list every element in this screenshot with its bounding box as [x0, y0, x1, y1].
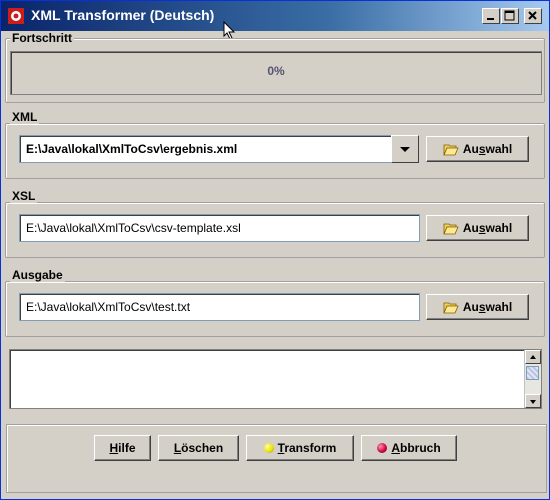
close-button[interactable] [524, 8, 542, 24]
xml-group-label: XML [10, 110, 40, 124]
folder-open-icon [443, 223, 459, 235]
help-button[interactable]: Hilfe [94, 435, 151, 461]
minimize-button[interactable] [482, 8, 500, 24]
log-text [10, 350, 541, 358]
output-group-label: Ausgabe [10, 268, 65, 282]
xml-select-label: Auswahl [462, 142, 513, 156]
xsl-select-button[interactable]: Auswahl [426, 215, 529, 241]
help-button-label: Hilfe [109, 441, 136, 455]
progress-bar: 0% [10, 51, 542, 95]
folder-open-icon [443, 144, 459, 156]
minimize-icon [487, 18, 494, 20]
clear-button[interactable]: Löschen [158, 435, 239, 461]
transform-button-label: Transform [277, 441, 337, 455]
xsl-select-label: Auswahl [462, 221, 513, 235]
maximize-icon [504, 10, 515, 21]
xsl-group-label: XSL [10, 189, 38, 203]
progress-group-label: Fortschritt [10, 31, 74, 45]
output-select-label: Auswahl [462, 300, 513, 314]
scroll-up-button[interactable] [525, 350, 541, 364]
maximize-button[interactable] [501, 8, 519, 24]
folder-open-icon [443, 302, 459, 314]
window-title: XML Transformer (Deutsch) [31, 7, 215, 23]
close-icon [528, 11, 537, 20]
xsl-path-input[interactable]: E:\Java\lokal\XmlToCsv\csv-template.xsl [19, 214, 420, 242]
scroll-down-button[interactable] [525, 394, 541, 408]
red-dot-icon [377, 443, 388, 453]
xml-path-combobox[interactable]: E:\Java\lokal\XmlToCsv\ergebnis.xml [19, 135, 392, 163]
yellow-dot-icon [263, 443, 274, 453]
log-textarea[interactable] [9, 349, 542, 409]
abort-button-label: Abbruch [391, 441, 441, 455]
app-icon [8, 8, 24, 24]
title-bar[interactable]: XML Transformer (Deutsch) [1, 1, 549, 31]
abort-button[interactable]: Abbruch [361, 435, 457, 461]
clear-button-label: Löschen [173, 441, 224, 455]
scrollbar-thumb[interactable] [526, 366, 539, 380]
output-path-input[interactable]: E:\Java\lokal\XmlToCsv\test.txt [19, 293, 420, 321]
xml-select-button[interactable]: Auswahl [426, 136, 529, 162]
output-select-button[interactable]: Auswahl [426, 294, 529, 320]
log-scrollbar[interactable] [524, 350, 541, 408]
app-window: XML Transformer (Deutsch) Fortschritt 0%… [0, 0, 550, 500]
xml-dropdown-button[interactable] [391, 135, 419, 163]
transform-button[interactable]: Transform [246, 435, 354, 461]
progress-text: 0% [267, 64, 285, 78]
